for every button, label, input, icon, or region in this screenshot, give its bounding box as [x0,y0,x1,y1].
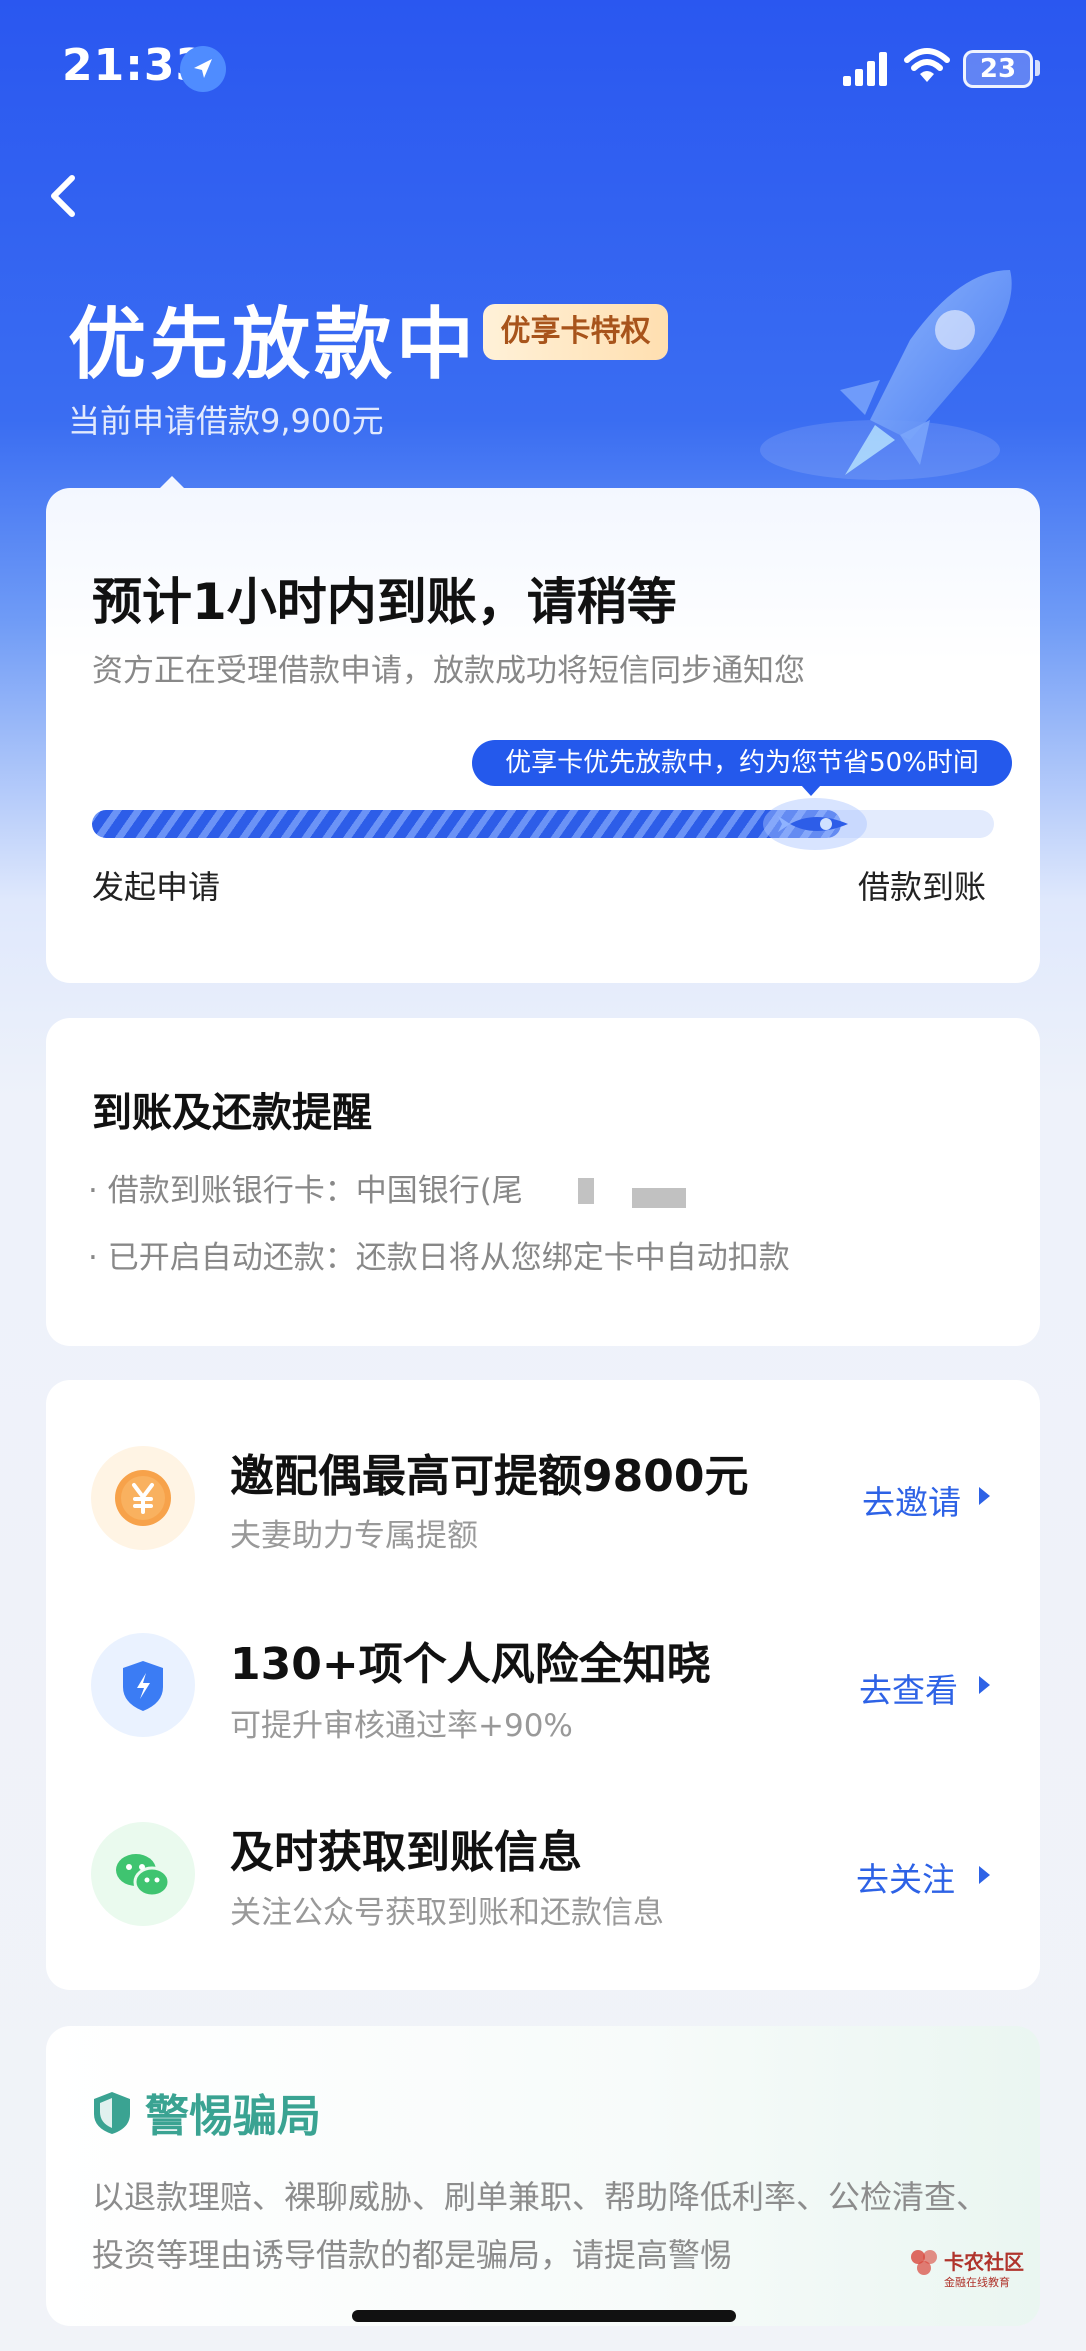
yuan-coin-icon [91,1446,195,1550]
offer-subtitle: 关注公众号获取到账和还款信息 [230,1895,664,1931]
cellular-signal-icon [843,52,889,86]
bank-card-info: · 借款到账银行卡：中国银行(尾 [88,1173,523,1209]
shield-lightning-icon [91,1633,195,1737]
loan-amount-text: 当前申请借款9,900元 [68,402,384,440]
fraud-warning-text: 以退款理赔、裸聊威胁、刷单兼职、帮助降低利率、公检清查、投资等理由诱导借款的都是… [92,2178,989,2274]
progress-end-label: 借款到账 [858,868,987,906]
offer-subtitle: 可提升审核通过率+90% [230,1708,573,1744]
battery-cap [1035,60,1040,76]
caret-right-icon [979,1676,990,1694]
invite-button[interactable]: 去邀请 [862,1476,961,1524]
tooltip-arrow [801,785,821,796]
wifi-icon [903,46,951,86]
follow-button[interactable]: 去关注 [856,1853,955,1901]
home-indicator[interactable] [352,2310,736,2322]
eta-subtitle: 资方正在受理借款申请，放款成功将短信同步通知您 [92,653,805,689]
watermark-logo-icon [907,2246,941,2280]
auto-repay-info: · 已开启自动还款：还款日将从您绑定卡中自动扣款 [88,1240,790,1276]
watermark-tagline: 金融在线教育 [944,2276,1010,2289]
offer-title: 130+项个人风险全知晓 [230,1639,711,1690]
reminder-title: 到账及还款提醒 [92,1090,372,1136]
view-button[interactable]: 去查看 [859,1664,958,1712]
shield-check-icon [92,2090,132,2136]
battery-level: 23 [979,54,1017,84]
back-button[interactable] [44,168,84,224]
caret-right-icon [979,1487,990,1505]
privilege-badge: 优享卡特权 [483,304,668,360]
offer-title: 及时获取到账信息 [230,1827,582,1878]
redaction-mask [632,1188,686,1208]
location-arrow-icon [180,46,226,92]
offer-subtitle: 夫妻助力专属提额 [230,1518,478,1554]
caret-right-icon [979,1866,990,1884]
chevron-left-icon [51,175,75,217]
redaction-mask [578,1178,594,1204]
eta-title: 预计1小时内到账，请稍等 [92,573,677,631]
progress-fill [92,810,841,838]
page-title: 优先放款中 [68,300,479,390]
progress-rocket-icon [760,796,870,852]
rocket-illustration [760,250,1050,510]
wechat-icon [91,1822,195,1926]
fraud-warning-title: 警惕骗局 [145,2091,321,2142]
progress-tooltip: 优享卡优先放款中，约为您节省50%时间 [472,740,1012,786]
battery-icon: 23 [963,50,1033,88]
offer-title: 邀配偶最高可提额9800元 [230,1451,749,1502]
watermark-name: 卡农社区 [944,2250,1024,2274]
progress-start-label: 发起申请 [92,868,221,906]
